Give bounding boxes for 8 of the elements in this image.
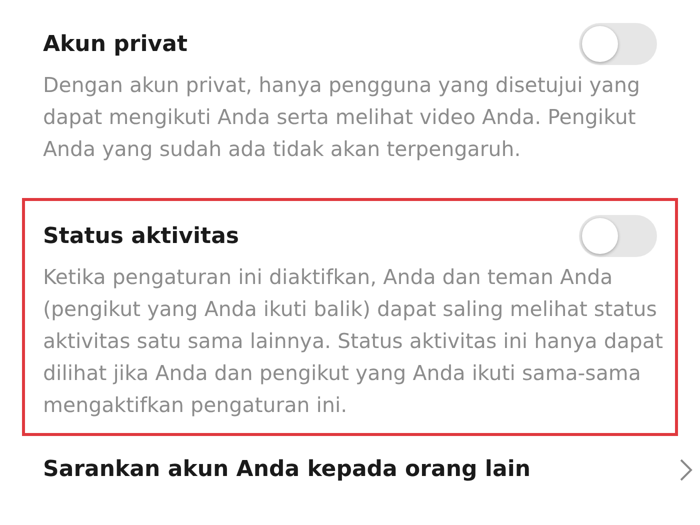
setting-description: Ketika pengaturan ini diaktifkan, Anda dan teman Anda (pengikut yang Anda ikuti balik) dapat saling melihat status aktivitas satu sama lainnya. Status aktivitas ini hanya dapat dilihat jika Anda dan pengikut yang Anda ikuti sama-sama mengaktifkan pengaturan ini. bbox=[43, 264, 663, 419]
toggle-switch[interactable] bbox=[579, 215, 657, 257]
setting-title: Akun privat bbox=[43, 32, 188, 56]
chevron-icon bbox=[679, 458, 693, 482]
setting-title: Status aktivitas bbox=[43, 224, 240, 248]
setting-description: Dengan akun privat, hanya pengguna yang disetujui yang dapat mengikuti Anda serta melihat video Anda. Pengikut Anda yang sudah ada tidak akan terpengaruh. bbox=[43, 72, 641, 163]
setting-title[interactable]: Sarankan akun Anda kepada orang lain bbox=[43, 457, 531, 482]
toggle-switch[interactable] bbox=[579, 23, 657, 65]
